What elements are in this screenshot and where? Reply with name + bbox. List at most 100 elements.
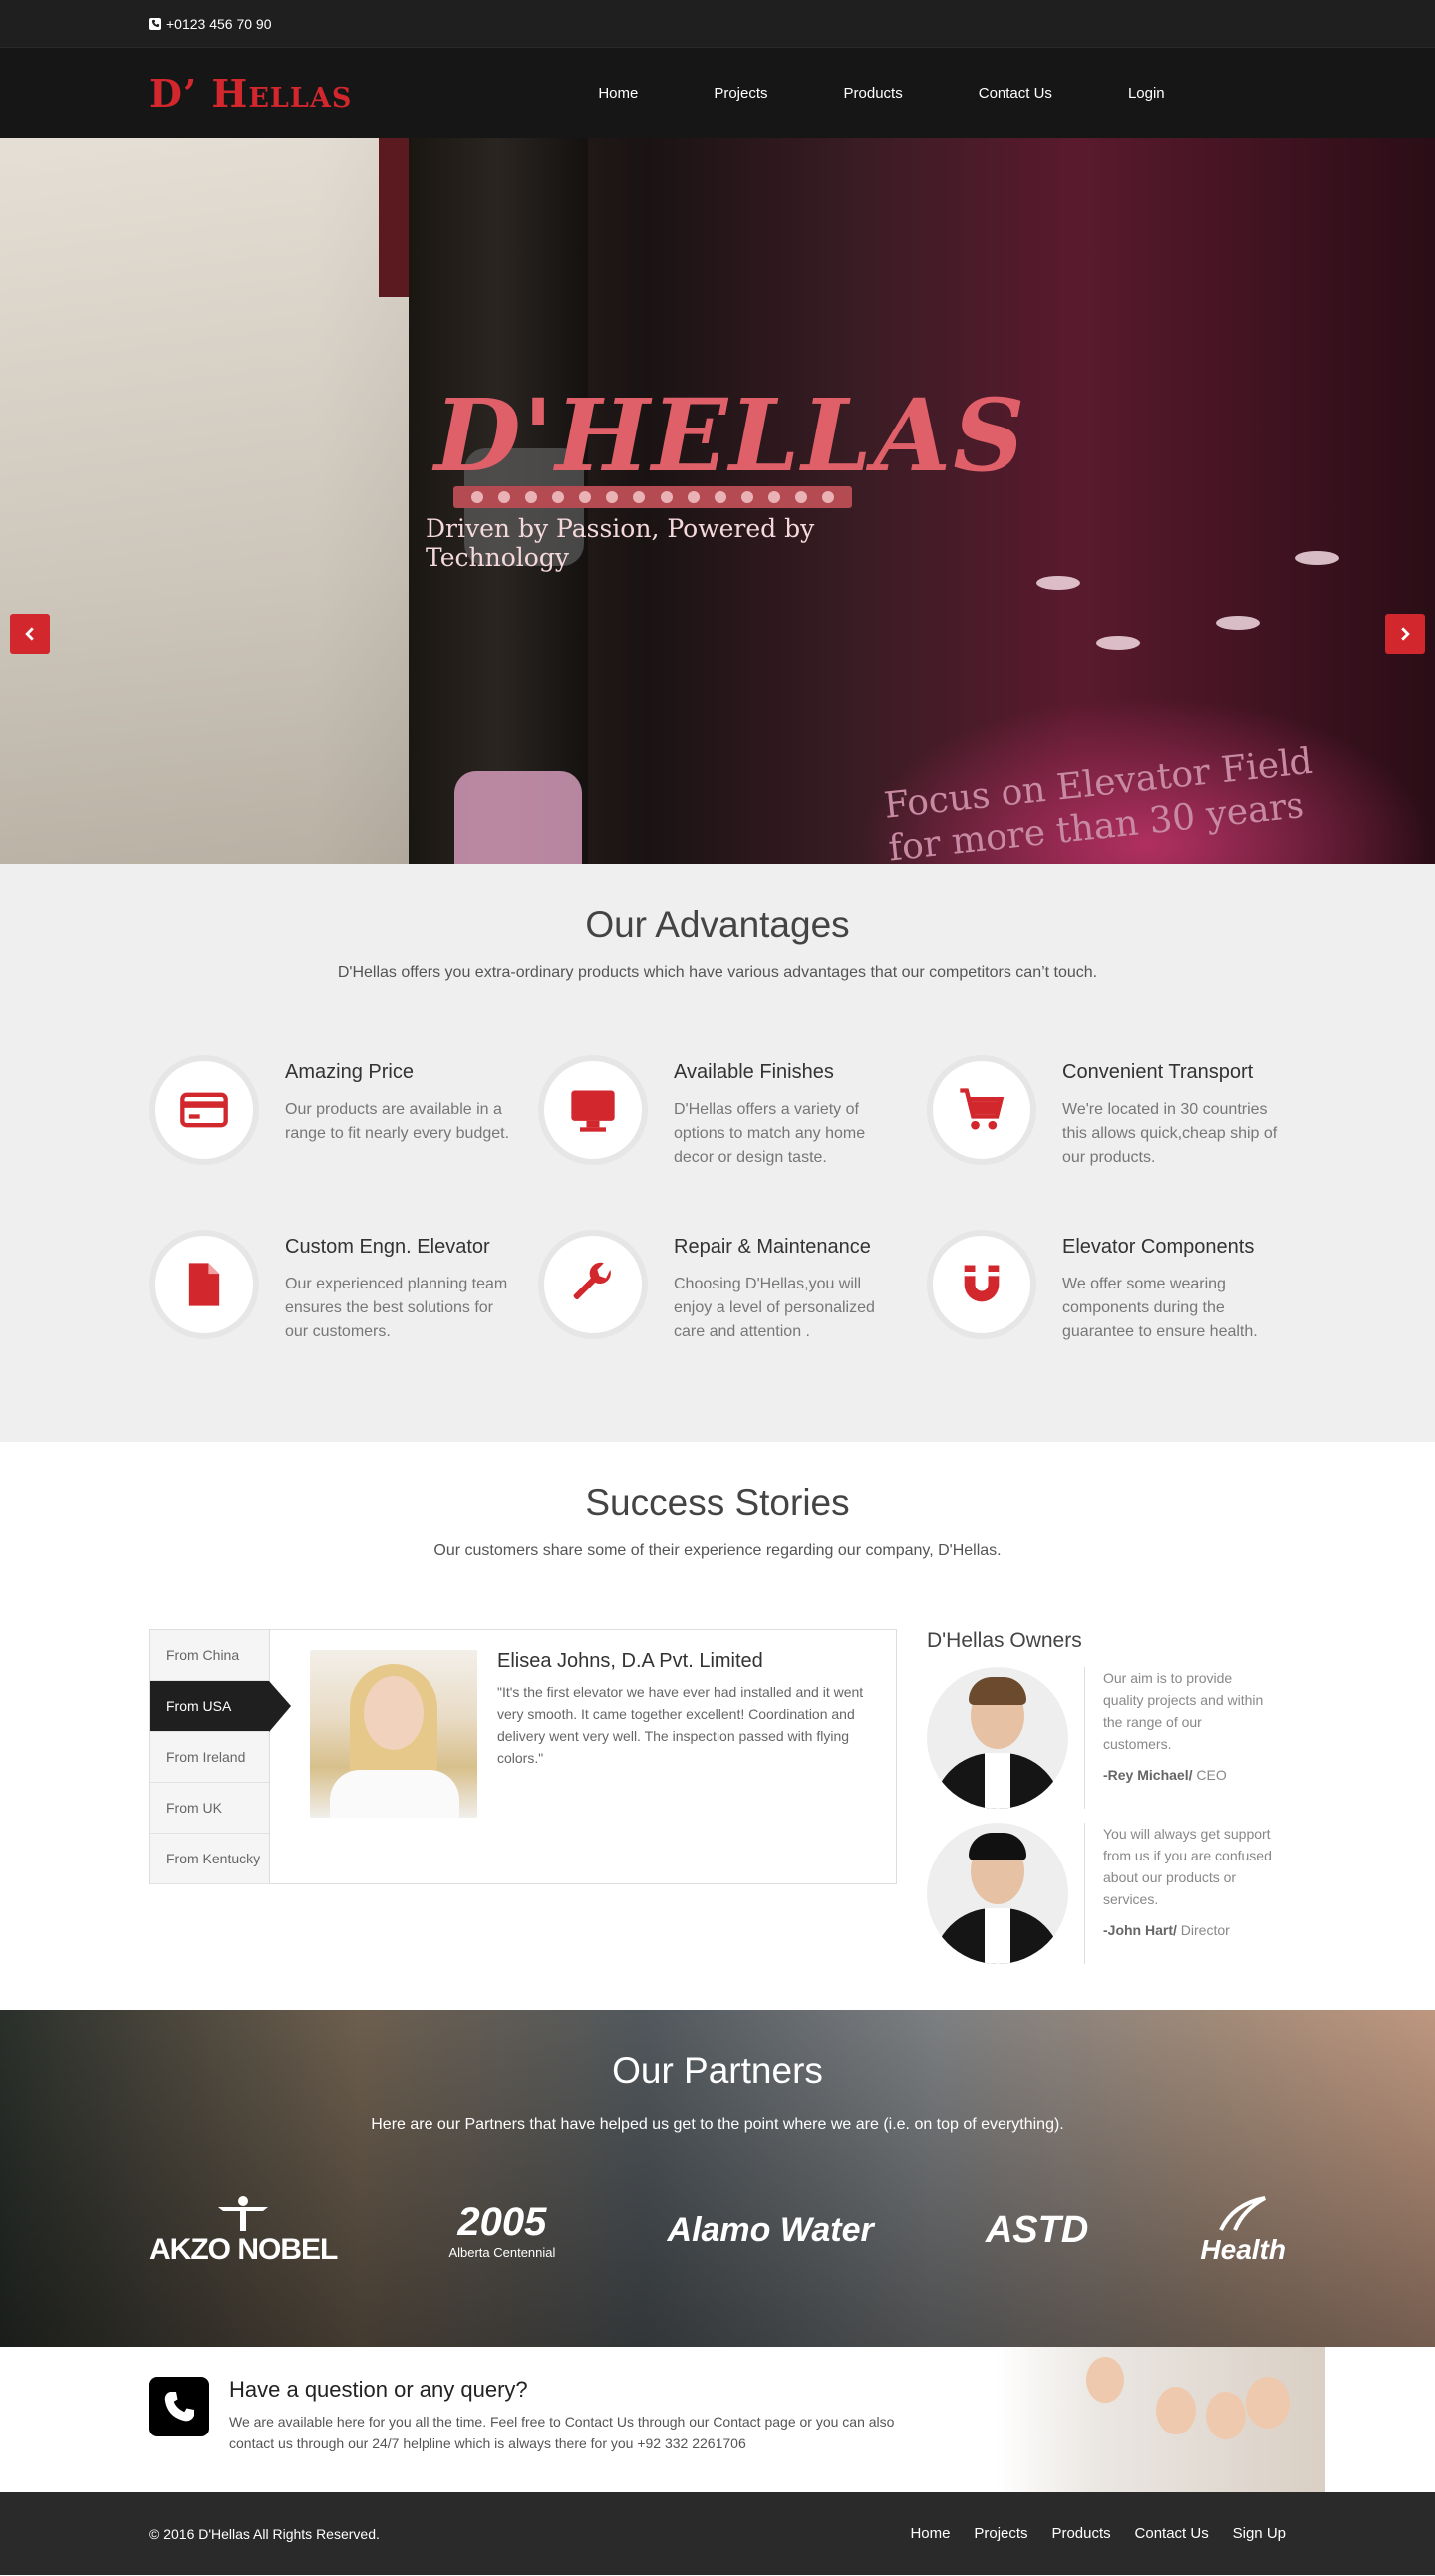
advantage-item: Repair & Maintenance Choosing D'Hellas,y… — [538, 1230, 927, 1344]
partner-logo-health[interactable]: Health — [1200, 2194, 1286, 2266]
footer-link-contact-us[interactable]: Contact Us — [1135, 2525, 1209, 2542]
ceiling-light — [1295, 551, 1339, 565]
advantage-text: We offer some wearing components during … — [1062, 1276, 1258, 1340]
partner-name: ASTD — [985, 2208, 1089, 2251]
top-phone-number: +0123 456 70 90 — [166, 15, 272, 32]
partner-logo-astd[interactable]: ASTD — [986, 2209, 1088, 2252]
tab-from-uk[interactable]: From UK — [150, 1783, 269, 1834]
tab-from-china[interactable]: From China — [150, 1630, 269, 1681]
tab-list: From China From USA From Ireland From UK… — [150, 1630, 291, 1884]
advantage-item: Convenient Transport We're located in 30… — [927, 1055, 1315, 1170]
footer-link-products[interactable]: Products — [1051, 2525, 1110, 2542]
phone-icon — [149, 17, 161, 30]
testimonial-tabs: From China From USA From Ireland From UK… — [149, 1629, 897, 1884]
advantage-item: Available Finishes D'Hellas offers a var… — [538, 1055, 927, 1170]
advantage-title: Custom Engn. Elevator — [285, 1236, 490, 1258]
cart-icon — [927, 1055, 1036, 1165]
partners-section: Our Partners Here are our Partners that … — [0, 2010, 1435, 2347]
footer-link-projects[interactable]: Projects — [974, 2525, 1027, 2542]
credit-card-icon — [149, 1055, 259, 1165]
owners-title: D'Hellas Owners — [927, 1629, 1082, 1652]
chevron-left-icon — [25, 627, 34, 641]
owner-quote: Our aim is to provide quality projects a… — [1103, 1670, 1264, 1752]
nav-projects[interactable]: Projects — [687, 85, 794, 102]
slider-prev-button[interactable] — [10, 614, 50, 654]
testimonial-quote: "It's the first elevator we have ever ha… — [497, 1684, 864, 1766]
advantage-text: We're located in 30 countries this allow… — [1062, 1101, 1278, 1166]
monitor-icon — [538, 1055, 648, 1165]
tab-from-usa[interactable]: From USA — [150, 1681, 291, 1732]
main-navbar: D’ HELLAS Home Projects Products Contact… — [0, 47, 1435, 138]
query-text: We are available here for you all the ti… — [229, 2414, 895, 2451]
query-title: Have a question or any query? — [229, 2377, 528, 2402]
owner-quote: You will always get support from us if y… — [1103, 1826, 1272, 1907]
advantages-title: Our Advantages — [585, 904, 850, 945]
owner-card: Our aim is to provide quality projects a… — [927, 1667, 1286, 1809]
avatar — [927, 1667, 1068, 1809]
partners-title: Our Partners — [612, 2050, 823, 2091]
owner-role: Director — [1176, 1922, 1230, 1938]
tab-from-kentucky[interactable]: From Kentucky — [150, 1834, 269, 1884]
elevator-down-button-image — [454, 771, 582, 864]
tab-from-ireland[interactable]: From Ireland — [150, 1732, 269, 1783]
advantage-title: Amazing Price — [285, 1061, 414, 1083]
chevron-right-icon — [1401, 627, 1410, 641]
document-icon — [149, 1230, 259, 1339]
avatar — [927, 1823, 1068, 1964]
success-title: Success Stories — [585, 1482, 850, 1523]
nav-contact-us[interactable]: Contact Us — [952, 85, 1079, 102]
ceiling-light — [1096, 636, 1140, 650]
wrench-icon — [538, 1230, 648, 1339]
slider-next-button[interactable] — [1385, 614, 1425, 654]
advantage-title: Elevator Components — [1062, 1236, 1255, 1258]
phone-icon — [149, 2377, 209, 2436]
hero-slider: D'HELLAS Driven by Passion, Powered by T… — [0, 138, 1435, 864]
site-logo[interactable]: D’ HELLAS — [149, 71, 352, 116]
advantage-item: Elevator Components We offer some wearin… — [927, 1230, 1315, 1344]
footer-link-sign-up[interactable]: Sign Up — [1233, 2525, 1286, 2542]
akzo-figure-icon — [218, 2196, 269, 2231]
advantage-text: D'Hellas offers a variety of options to … — [674, 1101, 866, 1166]
hero-brand-strip — [453, 486, 852, 508]
logo-first: D’ H — [149, 71, 249, 116]
advantage-title: Available Finishes — [674, 1061, 834, 1083]
advantage-title: Repair & Maintenance — [674, 1236, 871, 1258]
hero-brand-title: D'HELLAS — [434, 377, 1027, 494]
advantage-text: Our products are available in a range to… — [285, 1101, 510, 1142]
top-bar: +0123 456 70 90 — [0, 0, 1435, 47]
nav-products[interactable]: Products — [817, 85, 930, 102]
magnet-icon — [927, 1230, 1036, 1339]
partner-logo-alberta[interactable]: 2005 Alberta Centennial — [448, 2200, 555, 2260]
copyright: © 2016 D'Hellas All Rights Reserved. — [149, 2525, 380, 2542]
hero-wall — [0, 138, 419, 864]
nav-login[interactable]: Login — [1101, 85, 1192, 102]
partner-logo-alamo[interactable]: Alamo Water — [668, 2211, 874, 2250]
partner-name: Alamo Water — [667, 2210, 874, 2249]
main-menu: Home Projects Products Contact Us Login — [571, 85, 1213, 102]
ceiling-light — [1036, 576, 1080, 590]
owner-name: -John Hart/ — [1103, 1922, 1177, 1938]
footer-link-home[interactable]: Home — [910, 2525, 950, 2542]
partner-logo-akzo[interactable]: AKZO NOBEL — [149, 2193, 338, 2267]
partners-subtitle: Here are our Partners that have helped u… — [371, 2116, 1064, 2133]
partner-logos: AKZO NOBEL 2005 Alberta Centennial Alamo… — [149, 2193, 1286, 2267]
advantage-text: Our experienced planning team ensures th… — [285, 1276, 508, 1340]
advantage-item: Custom Engn. Elevator Our experienced pl… — [149, 1230, 538, 1344]
partner-name: 2005 — [457, 2200, 547, 2244]
testimonial-content: Elisea Johns, D.A Pvt. Limited "It's the… — [270, 1630, 896, 1883]
owner-card: You will always get support from us if y… — [927, 1823, 1286, 1964]
logo-rest: ELLAS — [248, 83, 353, 114]
partner-caption: Alberta Centennial — [448, 2245, 556, 2260]
owner-role: CEO — [1192, 1767, 1227, 1783]
query-section: Have a question or any query? We are ava… — [0, 2347, 1435, 2492]
team-photo — [997, 2347, 1325, 2492]
advantages-grid: Amazing Price Our products are available… — [149, 1055, 1286, 1344]
partner-name: Health — [1200, 2234, 1286, 2265]
advantages-subtitle: D'Hellas offers you extra-ordinary produ… — [337, 964, 1098, 981]
advantage-title: Convenient Transport — [1062, 1061, 1254, 1083]
nav-home[interactable]: Home — [571, 85, 665, 102]
success-subtitle: Our customers share some of their experi… — [433, 1542, 1002, 1559]
advantages-section: Our Advantages D'Hellas offers you extra… — [0, 864, 1435, 1442]
advantage-text: Choosing D'Hellas,you will enjoy a level… — [674, 1276, 875, 1340]
health-swoosh-icon — [1219, 2196, 1267, 2231]
